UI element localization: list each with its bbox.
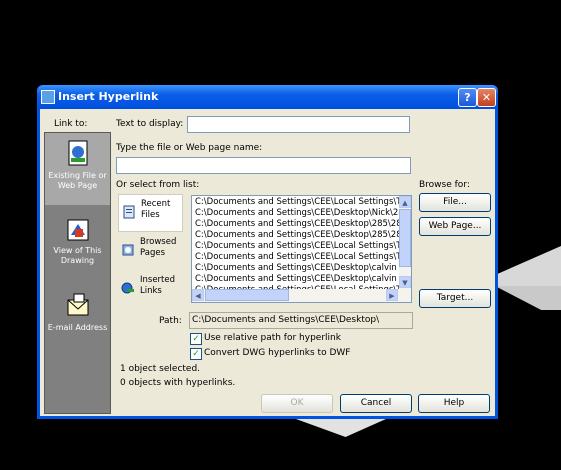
scroll-right-icon[interactable]: ▶ (386, 289, 398, 301)
browsed-pages-icon (122, 244, 134, 256)
background-shape-right-lower (495, 286, 561, 310)
list-item[interactable]: C:\Documents and Settings\CEE\Local Sett… (195, 197, 405, 208)
horizontal-scrollbar[interactable]: ◀ ▶ (192, 289, 411, 302)
select-from-list-label: Or select from list: (116, 180, 200, 190)
sidebar-item-existing-file[interactable]: Existing File or Web Page (45, 133, 110, 205)
convert-dwg-checkbox[interactable]: ✓ (190, 348, 202, 360)
objects-with-hyperlinks-text: 0 objects with hyperlinks. (120, 378, 236, 388)
browsed-pages-button[interactable]: Browsed Pages (118, 233, 181, 269)
browsed-pages-label: Browsed Pages (140, 237, 177, 258)
scroll-down-icon[interactable]: ▼ (399, 276, 411, 288)
list-item[interactable]: C:\Documents and Settings\CEE\Local Sett… (195, 252, 405, 263)
vertical-scroll-thumb[interactable] (399, 209, 411, 267)
recent-files-label: Recent Files (141, 199, 171, 220)
title-bar: Insert Hyperlink ? ✕ (37, 85, 498, 109)
list-item[interactable]: C:\Documents and Settings\CEE\Desktop\ca… (195, 263, 402, 274)
path-field: C:\Documents and Settings\CEE\Desktop\ (189, 312, 413, 329)
help-title-button[interactable]: ? (458, 88, 477, 107)
scroll-up-icon[interactable]: ▲ (399, 196, 411, 208)
dialog-body: Link to: Text to display: Existing File … (40, 109, 495, 416)
recent-files-button[interactable]: Recent Files (118, 194, 183, 232)
list-item[interactable]: C:\Documents and Settings\CEE\Local Sett… (195, 241, 405, 252)
inserted-links-icon (121, 282, 134, 294)
text-to-display-input[interactable] (187, 116, 410, 133)
relative-path-checkbox[interactable]: ✓ (190, 333, 202, 345)
convert-dwg-label: Convert DWG hyperlinks to DWF (204, 348, 351, 358)
sidebar-item-label: Existing File or Web Page (48, 171, 107, 190)
relative-path-label: Use relative path for hyperlink (204, 333, 341, 343)
list-item[interactable]: C:\Documents and Settings\CEE\Desktop\ca… (195, 274, 402, 285)
background-shape-bottom (296, 419, 386, 437)
cancel-button[interactable]: Cancel (340, 394, 412, 413)
list-item[interactable]: C:\Documents and Settings\CEE\Desktop\28… (195, 219, 402, 230)
inserted-links-button[interactable]: Inserted Links (118, 271, 181, 307)
target-button[interactable]: Target... (419, 289, 491, 308)
globe-page-icon (68, 140, 87, 166)
sidebar-item-label: View of This Drawing (53, 246, 102, 265)
horizontal-scroll-thumb[interactable] (205, 289, 289, 301)
dialog-title: Insert Hyperlink (58, 90, 159, 103)
text-to-display-label: Text to display: (116, 119, 184, 129)
recent-files-icon (123, 205, 135, 219)
objects-selected-text: 1 object selected. (120, 364, 201, 374)
browse-web-page-button[interactable]: Web Page... (419, 217, 491, 236)
file-name-input[interactable] (116, 157, 411, 174)
link-to-sidebar: Existing File or Web Page View of This D… (44, 132, 111, 414)
drawing-view-icon (67, 219, 88, 241)
vertical-scrollbar[interactable]: ▲ ▼ (399, 196, 411, 289)
browse-file-button[interactable]: File... (419, 193, 491, 212)
list-item[interactable]: C:\Documents and Settings\CEE\Desktop\28… (195, 230, 402, 241)
sidebar-item-email[interactable]: E-mail Address (45, 288, 110, 348)
sidebar-item-label: E-mail Address (47, 323, 108, 332)
scroll-left-icon[interactable]: ◀ (192, 289, 204, 301)
insert-hyperlink-dialog: Insert Hyperlink ? ✕ Link to: Text to di… (37, 85, 498, 419)
envelope-icon (67, 293, 88, 316)
list-item[interactable]: C:\Documents and Settings\CEE\Desktop\Ni… (195, 208, 404, 219)
file-name-label: Type the file or Web page name: (116, 143, 263, 153)
path-label: Path: (159, 316, 182, 326)
ok-button[interactable]: OK (261, 394, 333, 413)
inserted-links-label: Inserted Links (140, 275, 176, 296)
browse-for-label: Browse for: (419, 180, 470, 190)
link-to-label: Link to: (54, 119, 88, 129)
help-button[interactable]: Help (418, 394, 490, 413)
sidebar-item-view-of-drawing[interactable]: View of This Drawing (45, 213, 110, 283)
recent-files-list[interactable]: C:\Documents and Settings\CEE\Local Sett… (191, 195, 412, 303)
close-button[interactable]: ✕ (477, 88, 496, 107)
hyperlink-app-icon (41, 90, 55, 104)
